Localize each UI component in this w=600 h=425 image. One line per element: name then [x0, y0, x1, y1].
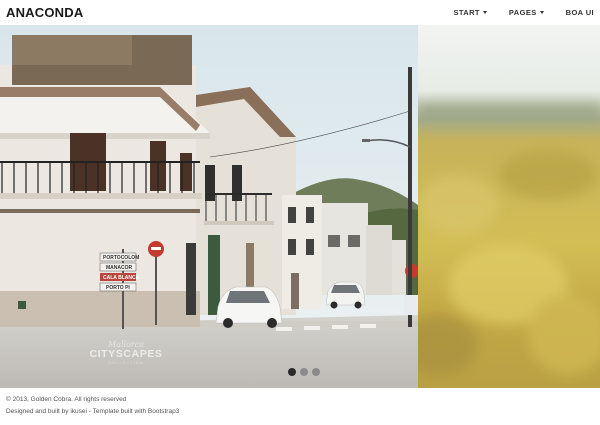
street-sign-text: PORTO PI	[106, 285, 130, 291]
footer-credits: Designed and built by ikusei - Template …	[6, 408, 180, 415]
watermark-logo: Mallorca CITYSCAPES COLLECTION	[88, 340, 164, 365]
field-photo	[418, 25, 600, 388]
caret-down-icon	[482, 11, 487, 14]
caret-down-icon	[539, 11, 544, 14]
nav-item-pages[interactable]: PAGES	[509, 8, 544, 17]
car	[215, 286, 283, 328]
street-sign-text: MANACOR	[106, 265, 132, 271]
nav-menu: START PAGES BOA UI	[431, 0, 594, 25]
carousel-slide-field[interactable]	[418, 25, 600, 388]
carousel-slide-cityscape[interactable]: PORTOCOLOM MANACOR CALA BLANCA PORTO PI	[0, 25, 418, 388]
carousel-indicator-2[interactable]	[300, 368, 308, 376]
street-sign-text: PORTOCOLOM	[103, 255, 139, 261]
image-carousel[interactable]: PORTOCOLOM MANACOR CALA BLANCA PORTO PI	[0, 25, 600, 388]
cityscape-photo: PORTOCOLOM MANACOR CALA BLANCA PORTO PI	[0, 25, 418, 388]
nav-item-label: PAGES	[508, 8, 537, 17]
nav-item-start[interactable]: START	[453, 8, 487, 17]
navbar: ANACONDA START PAGES BOA UI	[0, 0, 600, 25]
carousel-indicators	[288, 368, 324, 376]
nav-item-label: BOA UI	[565, 8, 594, 17]
watermark-subtitle: COLLECTION	[108, 360, 144, 365]
watermark-title: CITYSCAPES	[89, 348, 163, 360]
carousel-indicator-3[interactable]	[312, 368, 320, 376]
brand-logo[interactable]: ANACONDA	[6, 5, 83, 20]
footer-copyright: © 2013, Golden Cobra. All rights reserve…	[6, 396, 127, 403]
nav-item-label: START	[453, 8, 480, 17]
carousel-indicator-1[interactable]	[288, 368, 296, 376]
footer: © 2013, Golden Cobra. All rights reserve…	[6, 394, 179, 418]
nav-item-boa-ui[interactable]: BOA UI	[566, 8, 594, 17]
street-sign-text: CALA BLANCA	[103, 275, 140, 281]
